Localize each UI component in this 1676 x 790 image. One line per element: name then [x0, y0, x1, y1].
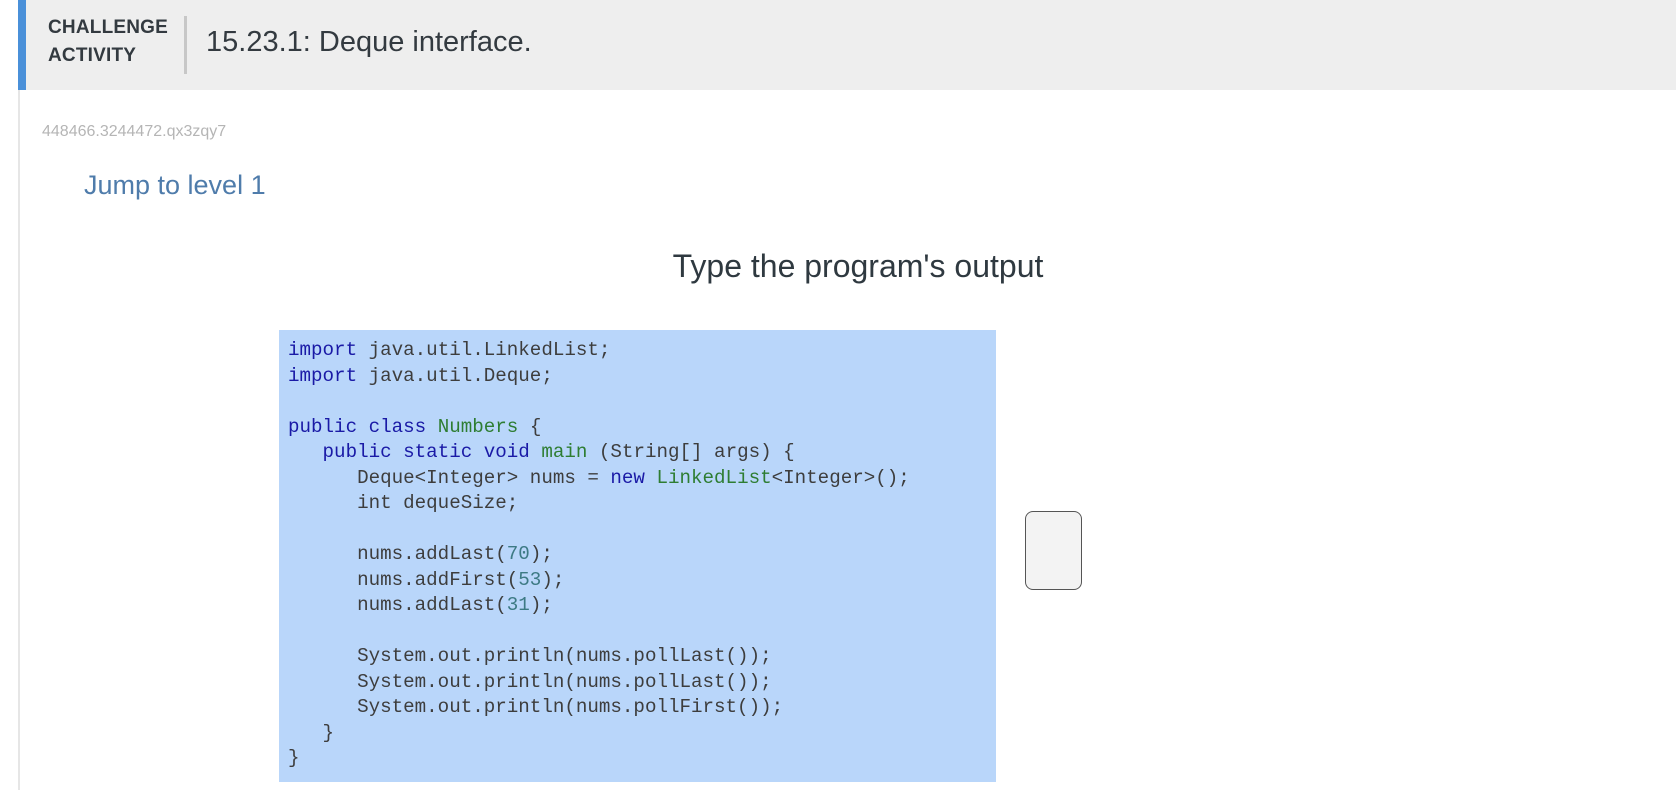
activity-type-line2: ACTIVITY — [48, 45, 137, 66]
jump-to-level-link[interactable]: Jump to level 1 — [84, 170, 266, 201]
code-token: LinkedList — [656, 466, 772, 489]
code-line: } — [288, 746, 987, 772]
header-divider — [184, 16, 187, 74]
code-line: public class Numbers { — [288, 415, 987, 441]
code-token: 70 — [506, 543, 530, 565]
activity-type-line1: CHALLENGE — [48, 17, 169, 38]
code-token: System.out.println(nums.pollLast()); — [288, 670, 772, 693]
code-token: 31 — [506, 594, 530, 616]
code-token: nums.addLast( — [288, 543, 507, 565]
code-block: import java.util.LinkedList; import java.… — [279, 330, 996, 782]
code-token: java.util.LinkedList; — [357, 339, 611, 361]
code-line: int dequeSize; — [288, 491, 987, 517]
code-token: <Integer>(); — [771, 466, 910, 489]
code-line: System.out.println(nums.pollLast()); — [288, 644, 987, 670]
code-token: java.util.Deque; — [357, 364, 553, 387]
code-token: import — [288, 339, 358, 361]
code-token: System.out.println(nums.pollLast()); — [288, 645, 772, 667]
code-line: import java.util.LinkedList; — [288, 338, 987, 364]
activity-header: CHALLENGE ACTIVITY 15.23.1: Deque interf… — [18, 0, 1676, 90]
content-border — [18, 90, 20, 790]
challenge-activity-page: CHALLENGE ACTIVITY 15.23.1: Deque interf… — [0, 0, 1676, 790]
activity-id: 448466.3244472.qx3zqy7 — [42, 123, 227, 140]
code-line: nums.addFirst(53); — [288, 568, 987, 594]
code-token: main — [541, 441, 588, 463]
code-line: import java.util.Deque; — [288, 364, 987, 390]
code-line: Deque<Integer> nums = new LinkedList<Int… — [288, 466, 987, 492]
output-answer-input[interactable] — [1025, 511, 1082, 590]
code-token: nums.addFirst( — [288, 568, 519, 591]
code-token: ); — [529, 543, 553, 565]
code-token: import — [288, 364, 358, 387]
code-token: (String[] args) { — [587, 441, 795, 463]
activity-title: 15.23.1: Deque interface. — [206, 26, 532, 58]
code-token: Deque<Integer> nums = — [288, 466, 611, 489]
code-line: } — [288, 721, 987, 747]
code-token: new — [610, 466, 645, 489]
code-token: } — [288, 747, 300, 769]
instruction-prompt: Type the program's output — [672, 248, 1044, 284]
code-token: public static void — [322, 441, 530, 463]
code-line: nums.addLast(70); — [288, 542, 987, 568]
code-token: public class — [288, 415, 427, 438]
code-token: } — [288, 721, 335, 744]
code-line: System.out.println(nums.pollLast()); — [288, 670, 987, 696]
code-token: ); — [541, 568, 565, 591]
activity-type-label: CHALLENGE ACTIVITY — [48, 14, 168, 70]
code-token: Numbers — [437, 415, 519, 438]
code-token: nums.addLast( — [288, 594, 507, 616]
code-token: int dequeSize; — [288, 492, 519, 514]
code-token: 53 — [518, 568, 542, 591]
code-token: System.out.println(nums.pollFirst()); — [288, 696, 784, 718]
code-line: nums.addLast(31); — [288, 593, 987, 619]
code-line: public static void main (String[] args) … — [288, 440, 987, 466]
code-line: System.out.println(nums.pollFirst()); — [288, 695, 987, 721]
left-rail — [0, 0, 18, 790]
code-token: ); — [529, 594, 553, 616]
code-token: { — [518, 415, 542, 438]
